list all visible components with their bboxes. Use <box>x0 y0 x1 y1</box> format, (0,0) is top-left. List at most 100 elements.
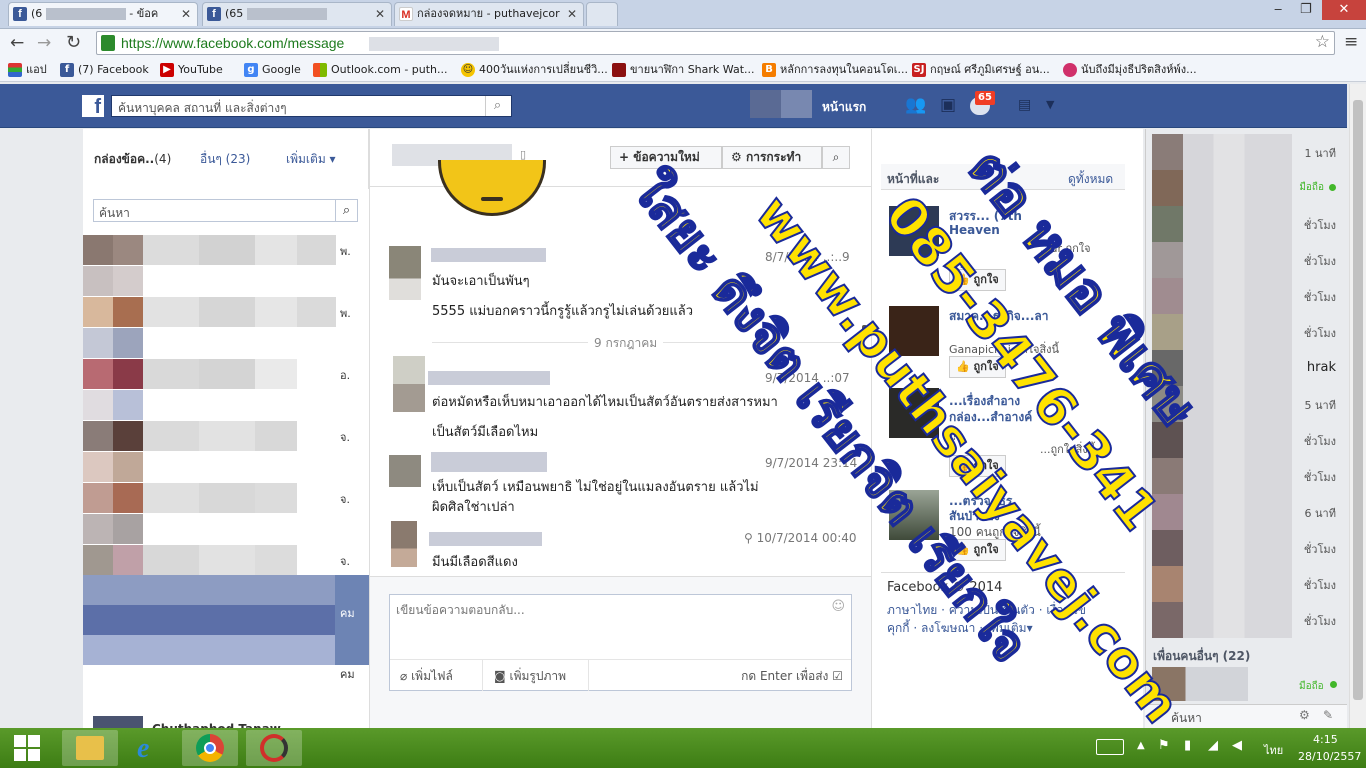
chat-friend-row[interactable]: ชั่วโมง <box>1152 422 1342 458</box>
home-link[interactable]: หน้าแรก <box>822 98 866 117</box>
add-photo-button[interactable]: ◙ เพิ่มรูปภาพ <box>494 667 566 686</box>
reply-box[interactable]: เขียนข้อความตอบกลับ... ☺ ⌀ เพิ่มไฟล์ ◙ เ… <box>389 594 852 691</box>
tray-expand-icon[interactable]: ▲ <box>1137 740 1145 751</box>
emoticon-icon[interactable]: ☺ <box>831 599 845 614</box>
chat-settings-icon[interactable]: ⚙ <box>1299 708 1310 722</box>
privacy-icon[interactable]: ▤ <box>1018 97 1031 113</box>
conversation-row[interactable] <box>83 328 336 358</box>
conversation-row[interactable] <box>83 359 336 389</box>
sender-name-blurred[interactable] <box>428 371 550 385</box>
chat-friend-row[interactable]: ชั่วโมง <box>1152 458 1342 494</box>
inbox-search-input[interactable]: ค้นหา <box>99 204 130 223</box>
conversation-avatar[interactable] <box>93 716 143 728</box>
forward-icon[interactable]: → <box>37 33 51 53</box>
battery-icon[interactable]: ▮ <box>1184 738 1191 753</box>
bookmark-apps[interactable]: แอป <box>8 60 47 80</box>
add-file-button[interactable]: ⌀ เพิ่มไฟล์ <box>400 667 453 686</box>
chat-friend-row[interactable]: มือถือ <box>1152 170 1342 206</box>
bookmark-shark[interactable]: ขายนาฬิกา Shark Wat... <box>612 60 755 80</box>
tab-close-icon[interactable]: ✕ <box>375 3 385 25</box>
messages-icon[interactable]: ▣ <box>940 95 956 115</box>
bookmark-krit[interactable]: SJ กฤษณ์ ศรีภูมิเศรษฐ์ อน... <box>912 60 1050 80</box>
bookmark-400days[interactable]: ☺ 400วันแห่งการเปลี่ยนชีวิ... <box>461 60 608 80</box>
reload-icon[interactable]: ↻ <box>66 32 81 53</box>
message-avatar[interactable] <box>391 521 417 567</box>
volume-icon[interactable]: ◀ <box>1232 738 1242 753</box>
clock-date[interactable]: 28/10/2557 <box>1298 750 1361 763</box>
profile-blurred[interactable] <box>750 90 812 118</box>
bookmark-facebook[interactable]: f (7) Facebook <box>60 60 149 80</box>
clock-time[interactable]: 4:15 <box>1313 733 1338 746</box>
chat-compose-icon[interactable]: ✎ <box>1323 708 1333 722</box>
chat-friend-row[interactable]: 1 นาที <box>1152 134 1342 170</box>
chat-friend-row[interactable]: ชั่วโมง <box>1152 206 1342 242</box>
sender-name-blurred[interactable] <box>431 452 547 472</box>
restore-icon[interactable]: ❐ <box>1300 2 1312 17</box>
bookmark-condo[interactable]: B หลักการลงทุนในคอนโดเ... <box>762 60 908 80</box>
checkbox-icon[interactable]: ☑ <box>832 669 843 683</box>
inbox-search[interactable]: ค้นหา ⌕ <box>93 199 358 222</box>
star-icon[interactable]: ☆ <box>1315 32 1330 52</box>
bookmark-other[interactable]: นับถึงมีมุ่งธีปริตสิงห์พ์ง... <box>1063 60 1197 80</box>
internet-explorer-icon[interactable]: e <box>123 730 179 766</box>
back-icon[interactable]: ← <box>10 33 24 53</box>
sender-name-blurred[interactable] <box>431 248 546 262</box>
page-scrollbar[interactable] <box>1349 84 1366 728</box>
conversation-row[interactable] <box>83 390 336 420</box>
chrome-icon[interactable] <box>182 730 238 766</box>
friend-requests-icon[interactable]: 👥 <box>905 95 927 115</box>
chat-friend-row[interactable]: ชั่วโมง <box>1152 602 1342 638</box>
language-indicator[interactable]: ไทย <box>1264 741 1283 759</box>
enter-to-send-label[interactable]: กด Enter เพื่อส่ง ☑ <box>741 667 843 686</box>
network-icon[interactable]: ◢ <box>1208 738 1218 753</box>
conversation-row[interactable] <box>83 545 336 575</box>
keyboard-icon[interactable] <box>1096 739 1124 755</box>
flag-icon[interactable]: ⚑ <box>1158 738 1170 753</box>
file-explorer-icon[interactable] <box>62 730 118 766</box>
bookmark-youtube[interactable]: ▶ YouTube <box>160 60 223 80</box>
tab-close-icon[interactable]: ✕ <box>181 3 191 25</box>
tab-1[interactable]: f (6 - ข้อค ✕ <box>8 2 198 26</box>
conversation-row[interactable] <box>83 483 336 513</box>
scrollbar-thumb[interactable] <box>1353 100 1363 700</box>
inbox-more-menu[interactable]: เพิ่มเติม ▾ <box>286 150 336 169</box>
menu-icon[interactable]: ≡ <box>1344 32 1358 52</box>
address-bar[interactable]: https://www.facebook.com/message ☆ <box>96 31 1335 55</box>
search-icon[interactable]: ⌕ <box>335 200 357 221</box>
chat-friend-row[interactable]: ชั่วโมง <box>1152 242 1342 278</box>
conversation-row[interactable] <box>83 514 336 544</box>
chat-friend-row[interactable]: ชั่วโมง <box>1152 566 1342 602</box>
reply-input[interactable]: เขียนข้อความตอบกลับ... <box>396 601 525 620</box>
close-window-button[interactable]: ✕ <box>1322 0 1366 20</box>
account-menu-icon[interactable]: ▼ <box>1046 98 1054 111</box>
search-icon[interactable]: ⌕ <box>485 96 509 116</box>
message-avatar[interactable] <box>393 356 425 412</box>
conversation-row[interactable] <box>83 266 336 296</box>
start-button[interactable] <box>14 735 40 761</box>
tab-2[interactable]: f (65 ✕ <box>202 2 392 26</box>
bookmark-outlook[interactable]: Outlook.com - puth... <box>313 60 448 80</box>
facebook-search-input[interactable]: ค้นหาบุคคล สถานที่ และสิ่งต่างๆ <box>118 99 287 118</box>
chat-friend-row[interactable]: 6 นาที <box>1152 494 1342 530</box>
chat-search-input[interactable]: ค้นหา <box>1171 709 1202 728</box>
tab-other[interactable]: อื่นๆ (23) <box>200 150 250 169</box>
conversation-row[interactable] <box>83 452 336 482</box>
new-tab-button[interactable] <box>586 2 618 26</box>
conversation-row[interactable] <box>83 235 336 265</box>
conversation-row[interactable] <box>83 297 336 327</box>
tab-3[interactable]: M กล่องจดหมาย - puthavejcor ✕ <box>394 2 584 26</box>
footer-link[interactable]: คุกกี้ <box>887 621 910 635</box>
chat-friend-row[interactable]: ชั่วโมง <box>1152 530 1342 566</box>
message-avatar[interactable] <box>389 455 421 487</box>
message-avatar[interactable] <box>389 246 421 300</box>
tab-inbox[interactable]: กล่องข้อค..(4) <box>94 150 171 169</box>
actions-button[interactable]: ⚙ การกระทำ <box>722 146 822 169</box>
conversation-row[interactable] <box>83 421 336 451</box>
facebook-search-box[interactable]: ค้นหาบุคคล สถานที่ และสิ่งต่างๆ ⌕ <box>111 95 512 117</box>
facebook-logo-icon[interactable]: f <box>82 95 104 118</box>
bookmark-google[interactable]: g Google <box>244 60 301 80</box>
app-icon[interactable] <box>246 730 302 766</box>
see-all-link[interactable]: ดูทั้งหมด <box>1068 170 1113 189</box>
minimize-icon[interactable]: ‒ <box>1274 2 1282 17</box>
tab-close-icon[interactable]: ✕ <box>567 3 577 25</box>
